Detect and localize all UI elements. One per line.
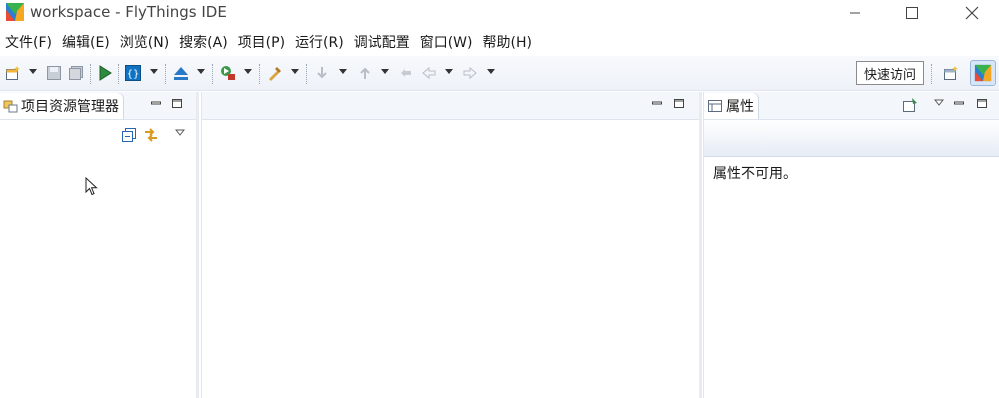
back-dropdown-icon[interactable] <box>445 69 453 74</box>
external-tools-icon[interactable] <box>220 65 236 81</box>
toolbar-separator <box>90 64 92 84</box>
menu-debug-config[interactable]: 调试配置 <box>349 32 415 52</box>
menu-run[interactable]: 运行(R) <box>290 32 349 52</box>
forward-icon[interactable] <box>462 65 478 81</box>
properties-view-menu-icon[interactable] <box>934 99 944 107</box>
collapse-all-icon[interactable] <box>122 128 136 142</box>
editor-tabstrip <box>202 92 699 120</box>
maximize-icon <box>906 7 918 19</box>
maximize-editor-icon[interactable] <box>674 99 684 108</box>
external-tools-dropdown-icon[interactable] <box>244 69 252 74</box>
minimize-icon <box>850 12 860 14</box>
svg-text:{}: {} <box>127 69 140 80</box>
menu-search[interactable]: 搜索(A) <box>174 32 233 52</box>
menu-bar: 文件(F) 编辑(E) 浏览(N) 搜索(A) 项目(P) 运行(R) 调试配置… <box>0 30 999 54</box>
toolbar-separator <box>118 64 120 84</box>
tools-icon[interactable] <box>267 65 283 81</box>
view-menu-icon[interactable] <box>175 129 185 137</box>
menu-file[interactable]: 文件(F) <box>0 32 57 52</box>
maximize-view-icon[interactable] <box>172 99 182 108</box>
properties-header <box>704 120 999 157</box>
flythings-perspective-icon <box>974 64 992 82</box>
tab-properties[interactable]: 属性 <box>704 93 758 119</box>
save-all-icon[interactable] <box>68 65 84 81</box>
next-annotation-dropdown-icon[interactable] <box>339 69 347 74</box>
project-explorer-tabstrip: 项目资源管理器 <box>0 92 196 120</box>
project-explorer-panel: 项目资源管理器 <box>0 92 199 398</box>
window-title: workspace - FlyThings IDE <box>30 3 227 21</box>
project-explorer-icon <box>3 100 18 113</box>
pin-editor-icon[interactable] <box>902 97 918 113</box>
properties-title: 属性 <box>726 99 754 115</box>
new-dropdown-icon[interactable] <box>29 69 37 74</box>
build-icon[interactable] <box>173 65 189 81</box>
toolbar-separator <box>165 64 167 84</box>
main-toolbar: {} 快速访问 <box>0 56 999 91</box>
new-icon[interactable] <box>5 65 21 81</box>
link-editor-icon[interactable] <box>143 127 159 143</box>
debug-config-icon[interactable]: {} <box>125 65 141 81</box>
maximize-properties-icon[interactable] <box>977 99 987 108</box>
toolbar-separator <box>931 64 933 84</box>
menu-project[interactable]: 项目(P) <box>233 32 290 52</box>
prev-annotation-dropdown-icon[interactable] <box>381 69 389 74</box>
tab-project-explorer[interactable]: 项目资源管理器 <box>0 93 123 119</box>
project-explorer-title: 项目资源管理器 <box>21 99 119 115</box>
run-icon[interactable] <box>97 65 113 81</box>
maximize-button[interactable] <box>889 0 935 26</box>
menu-help[interactable]: 帮助(H) <box>478 32 537 52</box>
close-button[interactable] <box>949 0 995 26</box>
close-icon <box>965 6 979 20</box>
app-logo-icon <box>6 3 24 21</box>
menu-window[interactable]: 窗口(W) <box>415 32 478 52</box>
editor-area <box>201 92 702 398</box>
flythings-perspective-button[interactable] <box>970 60 996 86</box>
forward-dropdown-icon[interactable] <box>487 69 495 74</box>
last-edit-icon[interactable] <box>398 65 414 81</box>
tools-dropdown-icon[interactable] <box>291 69 299 74</box>
properties-icon <box>708 100 722 112</box>
toolbar-separator <box>259 64 261 84</box>
mouse-cursor-icon <box>85 177 98 196</box>
save-icon[interactable] <box>46 65 62 81</box>
back-icon[interactable] <box>421 65 437 81</box>
menu-edit[interactable]: 编辑(E) <box>57 32 115 52</box>
properties-panel: 属性 属性不可用。 <box>703 92 999 398</box>
prev-annotation-icon[interactable] <box>357 65 373 81</box>
next-annotation-icon[interactable] <box>314 65 330 81</box>
minimize-button[interactable] <box>832 0 878 26</box>
debug-config-dropdown-icon[interactable] <box>150 69 158 74</box>
open-perspective-icon[interactable] <box>943 65 959 81</box>
toolbar-separator <box>212 64 214 84</box>
minimize-properties-icon[interactable] <box>954 99 964 108</box>
toolbar-separator <box>306 64 308 84</box>
menu-navigate[interactable]: 浏览(N) <box>115 32 174 52</box>
build-dropdown-icon[interactable] <box>197 69 205 74</box>
minimize-editor-icon[interactable] <box>652 99 662 108</box>
properties-unavailable-message: 属性不可用。 <box>713 166 797 182</box>
title-bar: workspace - FlyThings IDE <box>0 0 999 30</box>
quick-access-field[interactable]: 快速访问 <box>856 61 924 85</box>
properties-tabstrip: 属性 <box>704 92 999 120</box>
minimize-view-icon[interactable] <box>151 99 161 108</box>
